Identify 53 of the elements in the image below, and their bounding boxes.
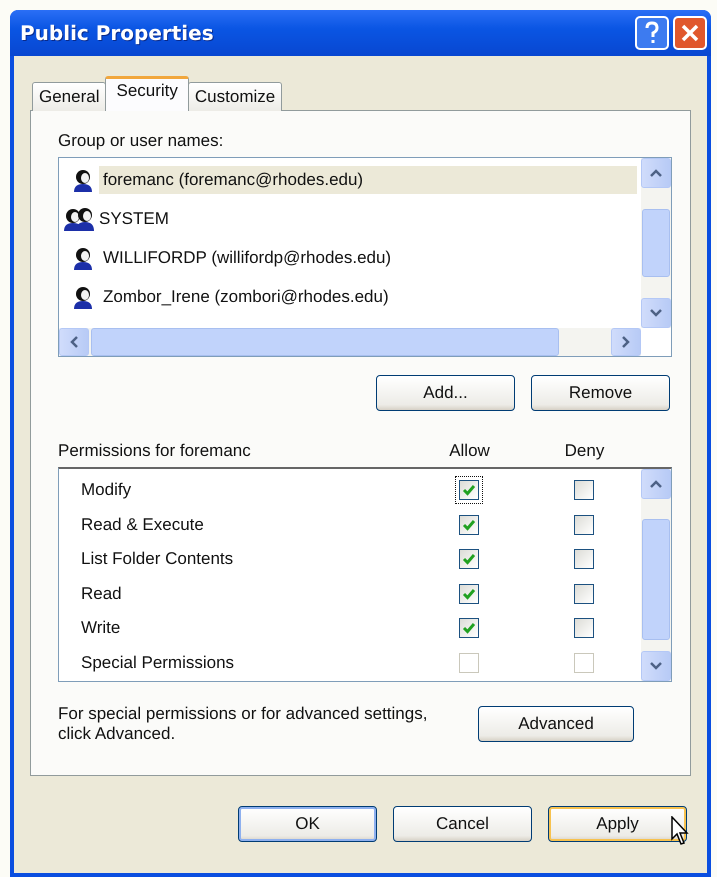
chevron-left-icon — [69, 335, 79, 349]
checkbox[interactable] — [574, 549, 594, 570]
permission-name: Read — [81, 584, 123, 604]
user-list-item[interactable]: Zombor_Irene (zombori@rhodes.edu) — [99, 282, 637, 310]
checkbox[interactable] — [458, 618, 478, 638]
column-header: Allow — [448, 441, 491, 461]
window-title: Public Properties — [20, 21, 214, 45]
chevron-up-icon — [649, 168, 663, 178]
permission-name: Write — [81, 618, 122, 638]
permission-name: Special Permissions — [81, 652, 236, 673]
checkmark-icon — [462, 518, 476, 532]
dialog-button[interactable]: Apply — [548, 806, 687, 842]
user-list-item[interactable]: WILLIFORDP (willifordp@rhodes.edu) — [99, 244, 637, 272]
list-button[interactable]: Add... — [376, 375, 515, 411]
checkbox[interactable] — [458, 584, 478, 604]
chevron-down-icon — [649, 661, 663, 671]
checkbox[interactable] — [574, 514, 594, 535]
checkbox[interactable] — [458, 549, 478, 570]
dialog-button[interactable]: Cancel — [393, 806, 532, 842]
permission-name: List Folder Contents — [81, 549, 234, 570]
permission-name: Read & Execute — [81, 514, 205, 535]
permission-name: Modify — [81, 480, 132, 500]
tab[interactable]: General — [32, 82, 106, 111]
permissions-label: Permissions for foremanc — [58, 441, 252, 461]
checkbox[interactable] — [574, 584, 594, 604]
dialog-button[interactable]: OK — [238, 806, 377, 842]
checkbox[interactable] — [574, 618, 594, 638]
vertical-scrollbar[interactable] — [641, 469, 671, 681]
checkbox[interactable] — [574, 480, 594, 500]
horizontal-scrollbar[interactable] — [59, 328, 641, 356]
tab[interactable]: Customize — [188, 82, 282, 111]
help-icon[interactable] — [635, 16, 669, 50]
chevron-right-icon — [621, 335, 631, 349]
checkbox[interactable] — [458, 480, 478, 500]
checkmark-icon — [462, 586, 476, 601]
user-list-item[interactable]: SYSTEM — [95, 204, 637, 232]
user-list-item[interactable]: foremanc (foremanc@rhodes.edu) — [99, 166, 637, 194]
checkmark-icon — [462, 552, 476, 566]
tab[interactable]: Security — [105, 76, 189, 111]
chevron-down-icon — [649, 308, 663, 318]
checkbox[interactable] — [458, 514, 478, 535]
users-label: Group or user names: — [58, 131, 224, 151]
checkmark-icon — [462, 621, 476, 636]
advanced-note: For special permissions or for advanced settings, click Advanced. — [58, 704, 428, 745]
list-button[interactable]: Remove — [531, 375, 670, 411]
chevron-up-icon — [649, 479, 663, 489]
cursor-icon — [671, 816, 691, 846]
vertical-scrollbar[interactable] — [641, 158, 671, 328]
group-icon — [63, 206, 97, 232]
advanced-button[interactable]: Advanced — [478, 706, 634, 742]
close-icon[interactable] — [673, 16, 707, 50]
column-header: Deny — [564, 441, 606, 461]
checkmark-icon — [462, 483, 476, 498]
